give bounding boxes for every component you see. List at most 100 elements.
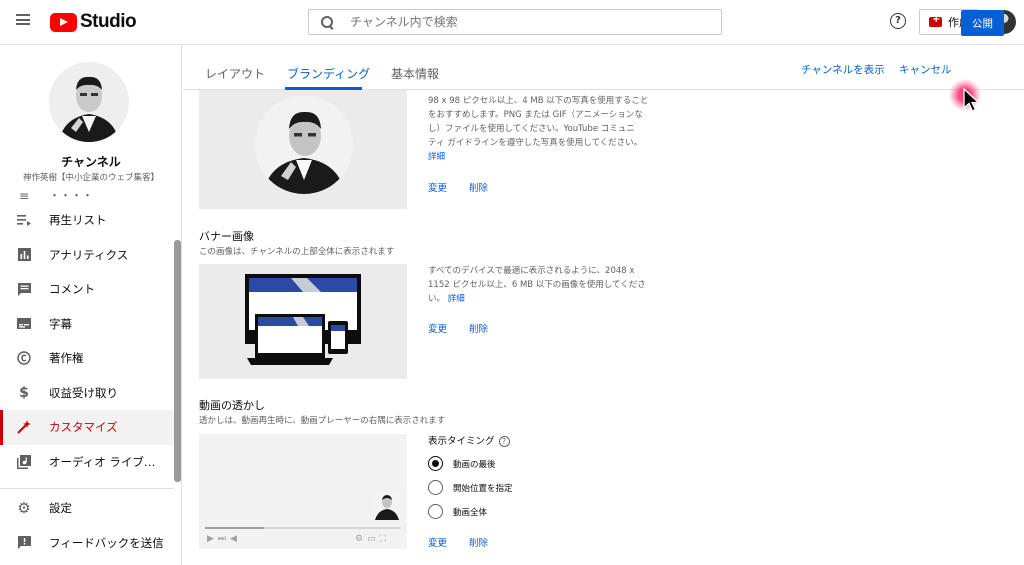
comment-icon: [17, 282, 31, 296]
sidebar-item-label: 著作権: [49, 351, 84, 366]
banner-subtitle: この画像は、チャンネルの上部全体に表示されます: [199, 247, 395, 257]
radio-icon: [428, 504, 443, 519]
player-controls-left: ▶⏭◀: [207, 534, 241, 544]
desc-line: い。 詳細: [428, 292, 668, 306]
sidebar-item-partial[interactable]: ≡ ・・・・: [0, 185, 174, 203]
desc-line: をおすすめします。PNG または GIF（アニメーションな: [428, 110, 643, 120]
radio-label: 動画全体: [453, 507, 488, 518]
sidebar-divider: [0, 488, 174, 489]
tab-basic-info[interactable]: 基本情報: [391, 65, 439, 82]
feedback-icon: [17, 536, 31, 550]
timing-label: 表示タイミング?: [428, 433, 510, 447]
subtitles-icon: [17, 317, 31, 331]
sidebar-item-customize[interactable]: カスタマイズ: [0, 410, 174, 445]
sidebar-item-subtitles[interactable]: 字幕: [0, 307, 174, 342]
publish-button[interactable]: 公開: [961, 10, 1004, 36]
sidebar-item-monetization[interactable]: $ 収益受け取り: [0, 376, 174, 411]
sidebar-item-label: アナリティクス: [49, 247, 129, 262]
sidebar-item-settings[interactable]: ⚙ 設定: [0, 491, 174, 526]
tab-bar: レイアウト ブランディング 基本情報 チャンネルを表示 キャンセル: [183, 45, 1024, 90]
banner-description: すべてのデバイスで最適に表示されるように、2048 x 1152 ピクセル以上、…: [428, 264, 668, 306]
video-plus-icon: [929, 14, 942, 27]
desc-line: ティ ガイドラインを遵守した写真を使用してください。: [428, 138, 643, 148]
profile-description: 98 x 98 ピクセル以上、4 MB 以下の写真を使用すること をおすすめしま…: [428, 94, 668, 164]
player-controls-right: ⚙▭⛶: [355, 534, 390, 544]
help-icon[interactable]: ?: [890, 13, 906, 29]
progress-track: [205, 527, 401, 529]
cancel-button[interactable]: キャンセル: [899, 62, 952, 77]
search-icon[interactable]: [321, 15, 334, 29]
desc-line: 98 x 98 ピクセル以上、4 MB 以下の写真を使用すること: [428, 96, 649, 106]
menu-icon[interactable]: [16, 14, 30, 25]
audio-library-icon: [17, 454, 31, 469]
top-bar: Studio ? 作成: [0, 0, 1024, 45]
sidebar-item-label: 収益受け取り: [49, 385, 118, 400]
sidebar-item-feedback[interactable]: フィードバックを送信: [0, 526, 174, 561]
profile-change-button[interactable]: 変更: [428, 180, 447, 194]
channel-avatar[interactable]: [49, 62, 129, 142]
sidebar-item-label: コメント: [49, 282, 95, 297]
banner-preview: [199, 264, 407, 379]
sidebar-item-label: ・・・・: [49, 189, 93, 202]
banner-change-button[interactable]: 変更: [428, 321, 447, 335]
sidebar-item-analytics[interactable]: アナリティクス: [0, 238, 174, 273]
dollar-icon: $: [19, 384, 29, 401]
sidebar-item-audio-library[interactable]: オーディオ ライブ…: [0, 445, 174, 480]
analytics-icon: [17, 248, 31, 262]
youtube-logo-icon: [50, 12, 77, 32]
sidebar-item-playlists[interactable]: 再生リスト: [0, 203, 174, 238]
radio-selected-icon: [428, 456, 443, 471]
profile-delete-button[interactable]: 削除: [469, 180, 488, 194]
partial-icon: ≡: [18, 189, 30, 203]
logo-text: Studio: [80, 11, 137, 32]
timing-label-text: 表示タイミング: [428, 436, 495, 447]
tab-layout[interactable]: レイアウト: [205, 65, 265, 82]
sidebar-item-comments[interactable]: コメント: [0, 272, 174, 307]
profile-detail-link[interactable]: 詳細: [428, 150, 668, 164]
banner-delete-button[interactable]: 削除: [469, 321, 488, 335]
wand-icon: [17, 420, 31, 434]
banner-detail-link[interactable]: 詳細: [448, 294, 465, 304]
search-box[interactable]: [308, 9, 722, 35]
radio-entire-video[interactable]: 動画全体: [428, 504, 487, 519]
sidebar: チャンネル 神作英樹【中小企業のウェブ集客】 ≡ ・・・・ 再生リスト アナリテ…: [0, 45, 182, 565]
radio-label: 動画の最後: [453, 459, 496, 470]
sidebar-item-label: カスタマイズ: [49, 420, 118, 435]
desc-line: し）ファイルを使用してください。YouTube コミュニ: [428, 124, 635, 134]
help-icon[interactable]: ?: [498, 436, 510, 447]
search-input[interactable]: [350, 15, 690, 29]
banner-title: バナー画像: [199, 230, 254, 243]
sidebar-scrollbar[interactable]: [174, 240, 181, 482]
channel-subtitle: 神作英樹【中小企業のウェブ集客】: [22, 173, 159, 183]
sidebar-nav: ≡ ・・・・ 再生リスト アナリティクス コメント 字幕 著作権 $ 収益受け取…: [0, 185, 174, 479]
watermark-delete-button[interactable]: 削除: [469, 535, 488, 549]
sidebar-item-label: フィードバックを送信: [49, 535, 164, 550]
copyright-icon: [17, 351, 31, 365]
radio-custom-start[interactable]: 開始位置を指定: [428, 480, 513, 495]
tab-branding[interactable]: ブランディング: [287, 65, 370, 82]
desc-line: すべてのデバイスで最適に表示されるように、2048 x: [428, 266, 635, 276]
sidebar-item-label: 設定: [49, 501, 72, 516]
profile-picture-preview: [199, 90, 407, 209]
watermark-title: 動画の透かし: [199, 399, 265, 412]
watermark-change-button[interactable]: 変更: [428, 535, 447, 549]
desc-tail: い。: [428, 294, 446, 304]
mouse-cursor-icon: [963, 88, 981, 112]
watermark-thumbnail: [373, 492, 401, 520]
gear-icon: ⚙: [17, 499, 31, 518]
sidebar-item-label: オーディオ ライブ…: [49, 454, 156, 469]
sidebar-item-label: 再生リスト: [49, 213, 107, 228]
sidebar-item-label: 字幕: [49, 316, 72, 331]
desc-line: 1152 ピクセル以上、6 MB 以下の画像を使用してくださ: [428, 280, 646, 290]
branding-content: 98 x 98 ピクセル以上、4 MB 以下の写真を使用すること をおすすめしま…: [183, 90, 1024, 565]
radio-end-of-video[interactable]: 動画の最後: [428, 456, 496, 471]
playlist-icon: [17, 213, 31, 227]
radio-icon: [428, 480, 443, 495]
view-channel-button[interactable]: チャンネルを表示: [801, 62, 885, 77]
profile-photo: [255, 96, 353, 194]
watermark-preview: ▶⏭◀ ⚙▭⛶: [199, 434, 407, 549]
youtube-studio-logo[interactable]: Studio: [50, 11, 137, 33]
sidebar-item-copyright[interactable]: 著作権: [0, 341, 174, 376]
watermark-subtitle: 透かしは、動画再生時に、動画プレーヤーの右隅に表示されます: [199, 416, 446, 426]
radio-label: 開始位置を指定: [453, 483, 513, 494]
